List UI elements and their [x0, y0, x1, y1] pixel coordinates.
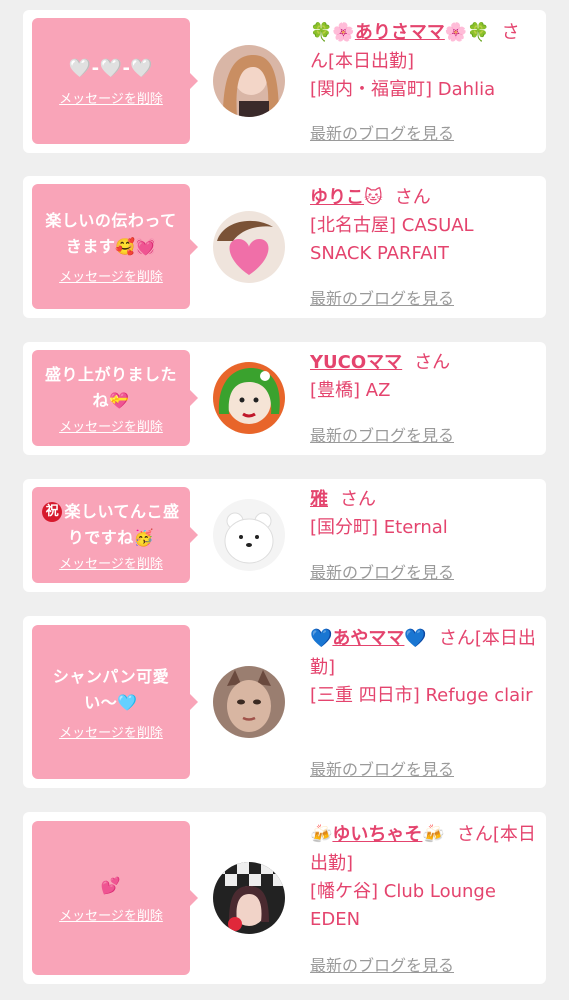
shop-info: [関内・福富町] Dahlia: [310, 79, 496, 100]
avatar-woman-checker-bg-icon: [213, 862, 285, 934]
avatar-green-hair-illustration-icon: [213, 362, 285, 434]
sender-name: ありさママ: [354, 22, 445, 43]
message-card: 祝楽しいてんこ盛りですね🥳 メッセージを削除 雅さん [国分町] Eternal…: [23, 479, 546, 592]
message-feed: 🤍-🤍-🤍 メッセージを削除 🍀🌸ありさママ🌸🍀 さん[本日出勤] [関内・福富町…: [0, 0, 569, 1000]
sender-name-link[interactable]: 🍀🌸ありさママ🌸🍀: [310, 22, 490, 43]
message-text: 🤍-🤍-🤍: [68, 57, 154, 79]
latest-blog-link[interactable]: 最新のブログを見る: [310, 756, 454, 780]
sender-name: ゆいちゃそ: [332, 824, 423, 845]
message-body: 楽しいてんこ盛りですね🥳: [64, 501, 180, 547]
message-text: 祝楽しいてんこ盛りですね🥳: [40, 499, 182, 551]
latest-blog-link[interactable]: 最新のブログを見る: [310, 952, 454, 976]
delete-message-link[interactable]: メッセージを削除: [59, 88, 163, 107]
clover-flower-icon: 🍀🌸: [310, 22, 355, 43]
message-text: 💕: [100, 875, 122, 895]
cat-icon: 🐱: [364, 187, 383, 208]
honorific: さん: [456, 824, 493, 845]
delete-message-link[interactable]: メッセージを削除: [59, 553, 163, 572]
message-card: 盛り上がりましたね💝 メッセージを削除 YUCOママ さん [豊橋] AZ 最新の…: [23, 342, 546, 455]
message-text: 盛り上がりましたね💝: [44, 364, 177, 410]
message-text: シャンパン可愛い〜🩵: [52, 666, 170, 712]
avatar[interactable]: [213, 211, 285, 283]
message-bubble: 🤍-🤍-🤍 メッセージを削除: [32, 18, 198, 144]
latest-blog-link[interactable]: 最新のブログを見る: [310, 422, 454, 446]
sender-name: YUCOママ: [310, 352, 403, 373]
beer-mugs-icon: 🍻: [310, 824, 333, 845]
sender-info: 🍀🌸ありさママ🌸🍀 さん[本日出勤] [関内・福富町] Dahlia: [310, 18, 536, 104]
sender-name-link[interactable]: 雅: [310, 489, 328, 510]
flower-clover-icon: 🌸🍀: [444, 22, 490, 43]
sender-name-link[interactable]: 💙あやママ💙: [310, 628, 427, 649]
blue-heart-icon: 💙: [310, 628, 333, 649]
sender-name-link[interactable]: YUCOママ: [310, 352, 402, 373]
delete-message-link[interactable]: メッセージを削除: [59, 722, 163, 741]
sender-info: 🍻ゆいちゃそ🍻 さん[本日出勤] [幡ケ谷] Club Lounge EDEN: [310, 820, 536, 934]
honorific: さん: [414, 352, 451, 373]
avatar[interactable]: [213, 666, 285, 738]
sender-info: 雅さん [国分町] Eternal: [310, 485, 536, 542]
honorific: さん: [340, 489, 376, 510]
shop-info: [三重 四日市] Refuge clair: [310, 685, 533, 706]
honorific: さん: [438, 628, 475, 649]
delete-message-link[interactable]: メッセージを削除: [59, 905, 163, 924]
avatar[interactable]: [213, 499, 285, 571]
work-status: [本日出勤]: [328, 51, 415, 72]
sender-name-link[interactable]: 🍻ゆいちゃそ🍻: [310, 824, 445, 845]
sender-line: 雅さん: [310, 485, 536, 514]
celebration-badge-icon: 祝: [42, 501, 63, 522]
blue-heart-icon: 💙: [404, 628, 427, 649]
message-bubble: 💕 メッセージを削除: [32, 821, 198, 975]
avatar-woman-blonde-icon: [213, 45, 285, 117]
message-text: 楽しいの伝わってきます🥰💓: [45, 211, 177, 256]
sender-info: YUCOママ さん [豊橋] AZ: [310, 348, 536, 405]
sender-info: ゆりこ🐱 さん [北名古屋] CASUAL SNACK PARFAIT: [310, 183, 536, 268]
latest-blog-link[interactable]: 最新のブログを見る: [310, 559, 454, 583]
message-card: シャンパン可愛い〜🩵 メッセージを削除 💙あやママ💙 さん[本日出勤] [三重 四…: [23, 616, 546, 788]
message-bubble: シャンパン可愛い〜🩵 メッセージを削除: [32, 625, 198, 779]
avatar-white-bear-plush-icon: [213, 499, 285, 571]
avatar[interactable]: [213, 862, 285, 934]
sender-info: 💙あやママ💙 さん[本日出勤] [三重 四日市] Refuge clair: [310, 624, 536, 710]
sender-line: 💙あやママ💙 さん[本日出勤]: [310, 624, 536, 682]
message-card: 💕 メッセージを削除 🍻ゆいちゃそ🍻さん[本日出勤] [幡ケ谷] Club L: [23, 812, 546, 984]
honorific: さん: [394, 187, 431, 208]
sender-line: YUCOママ さん: [310, 348, 536, 377]
shop-info: [北名古屋] CASUAL SNACK PARFAIT: [310, 215, 474, 264]
beer-mugs-icon: 🍻: [422, 824, 445, 845]
avatar-heart-sticker-icon: [213, 211, 285, 283]
shop-info: [国分町] Eternal: [310, 517, 448, 538]
sender-line: 🍻ゆいちゃそ🍻 さん[本日出勤]: [310, 820, 536, 878]
sender-name: 雅: [310, 489, 328, 510]
message-bubble: 祝楽しいてんこ盛りですね🥳 メッセージを削除: [32, 487, 198, 583]
avatar-woman-cat-filter-icon: [213, 666, 285, 738]
delete-message-link[interactable]: メッセージを削除: [59, 416, 163, 435]
message-card: 楽しいの伝わってきます🥰💓 メッセージを削除 ゆりこ🐱 さん [北名古屋] CAS…: [23, 176, 546, 318]
message-card: 🤍-🤍-🤍 メッセージを削除 🍀🌸ありさママ🌸🍀 さん[本日出勤] [関内・福富町…: [23, 10, 546, 153]
sender-name-link[interactable]: ゆりこ🐱: [310, 187, 383, 208]
message-bubble: 盛り上がりましたね💝 メッセージを削除: [32, 350, 198, 446]
latest-blog-link[interactable]: 最新のブログを見る: [310, 120, 454, 144]
shop-info: [豊橋] AZ: [310, 380, 391, 401]
latest-blog-link[interactable]: 最新のブログを見る: [310, 285, 454, 309]
avatar[interactable]: [213, 362, 285, 434]
delete-message-link[interactable]: メッセージを削除: [59, 266, 163, 285]
message-bubble: 楽しいの伝わってきます🥰💓 メッセージを削除: [32, 184, 198, 309]
sender-line: 🍀🌸ありさママ🌸🍀 さん[本日出勤]: [310, 18, 536, 76]
avatar[interactable]: [213, 45, 285, 117]
sender-name: あやママ: [332, 628, 405, 649]
sender-line: ゆりこ🐱 さん: [310, 183, 536, 212]
shop-info: [幡ケ谷] Club Lounge EDEN: [310, 881, 496, 930]
sender-name: ゆりこ: [310, 187, 364, 208]
